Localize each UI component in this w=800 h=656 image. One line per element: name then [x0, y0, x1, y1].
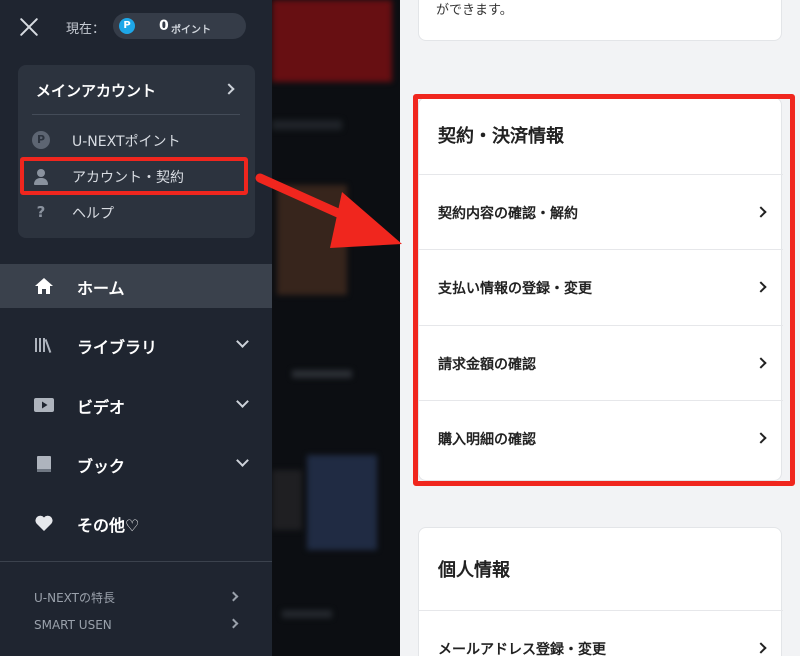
points-unit: ポイント	[171, 25, 211, 36]
video-icon	[34, 398, 54, 412]
help-icon: ?	[36, 203, 46, 221]
nav-item-label: ライブラリ	[77, 338, 158, 357]
row-email[interactable]: メールアドレス登録・変更	[419, 610, 783, 656]
chevron-down-icon[interactable]	[236, 395, 249, 408]
menu-header: 現在： P 0 ポイント	[0, 0, 272, 52]
account-item-label: U-NEXTポイント	[72, 134, 181, 150]
points-icon: P	[32, 131, 50, 149]
divider	[32, 114, 240, 115]
points-value: 0	[159, 18, 169, 34]
side-menu: 現在： P 0 ポイント メインアカウント P U-NEXTポイント アカウント…	[0, 0, 272, 656]
chevron-down-icon[interactable]	[236, 335, 249, 348]
book-icon	[37, 456, 51, 472]
points-badge-icon: P	[119, 18, 135, 34]
nav-item-label: ホーム	[77, 279, 125, 298]
home-icon	[35, 278, 53, 294]
nav-item-book[interactable]: ブック	[0, 442, 272, 486]
chevron-right-icon[interactable]	[223, 83, 235, 95]
account-card: メインアカウント P U-NEXTポイント アカウント・契約 ? ヘルプ	[18, 65, 255, 238]
footer-link-features[interactable]: U-NEXTの特長	[34, 587, 254, 607]
heart-icon	[35, 515, 53, 531]
personal-info-card: 個人情報 メールアドレス登録・変更	[418, 527, 783, 656]
chevron-right-icon	[228, 618, 239, 629]
account-item-help[interactable]: ? ヘルプ	[18, 198, 255, 226]
chevron-down-icon[interactable]	[236, 454, 249, 467]
main-account-title[interactable]: メインアカウント	[36, 80, 156, 101]
library-icon	[35, 338, 52, 353]
info-card: ができます。	[418, 0, 782, 41]
nav-item-others[interactable]: その他♡	[0, 501, 272, 545]
highlight-box	[413, 94, 795, 486]
nav-item-label: その他♡	[77, 516, 140, 535]
account-item-points[interactable]: P U-NEXTポイント	[18, 126, 255, 154]
nav-item-label: ビデオ	[77, 398, 126, 417]
points-balance[interactable]: P 0 ポイント	[113, 13, 246, 39]
nav-item-home[interactable]: ホーム	[0, 264, 272, 308]
current-points-label: 現在：	[66, 22, 106, 37]
footer-link-smart-usen[interactable]: SMART USEN	[34, 614, 254, 634]
chevron-right-icon	[755, 642, 767, 654]
row-label: メールアドレス登録・変更	[438, 642, 606, 656]
footer-link-label: U-NEXTの特長	[34, 591, 116, 605]
info-text: ができます。	[436, 3, 513, 18]
close-icon[interactable]	[18, 16, 40, 38]
highlight-box	[20, 157, 248, 195]
overlay	[272, 0, 400, 656]
arrow-annotation	[255, 173, 402, 248]
nav-item-video[interactable]: ビデオ	[0, 383, 272, 427]
chevron-right-icon	[228, 591, 239, 602]
nav-item-library[interactable]: ライブラリ	[0, 323, 272, 367]
footer-link-label: SMART USEN	[34, 618, 112, 632]
account-item-label: ヘルプ	[72, 206, 114, 222]
nav-item-label: ブック	[77, 457, 126, 476]
card-title: 個人情報	[438, 560, 510, 581]
divider	[0, 561, 272, 562]
background-content	[272, 0, 400, 656]
